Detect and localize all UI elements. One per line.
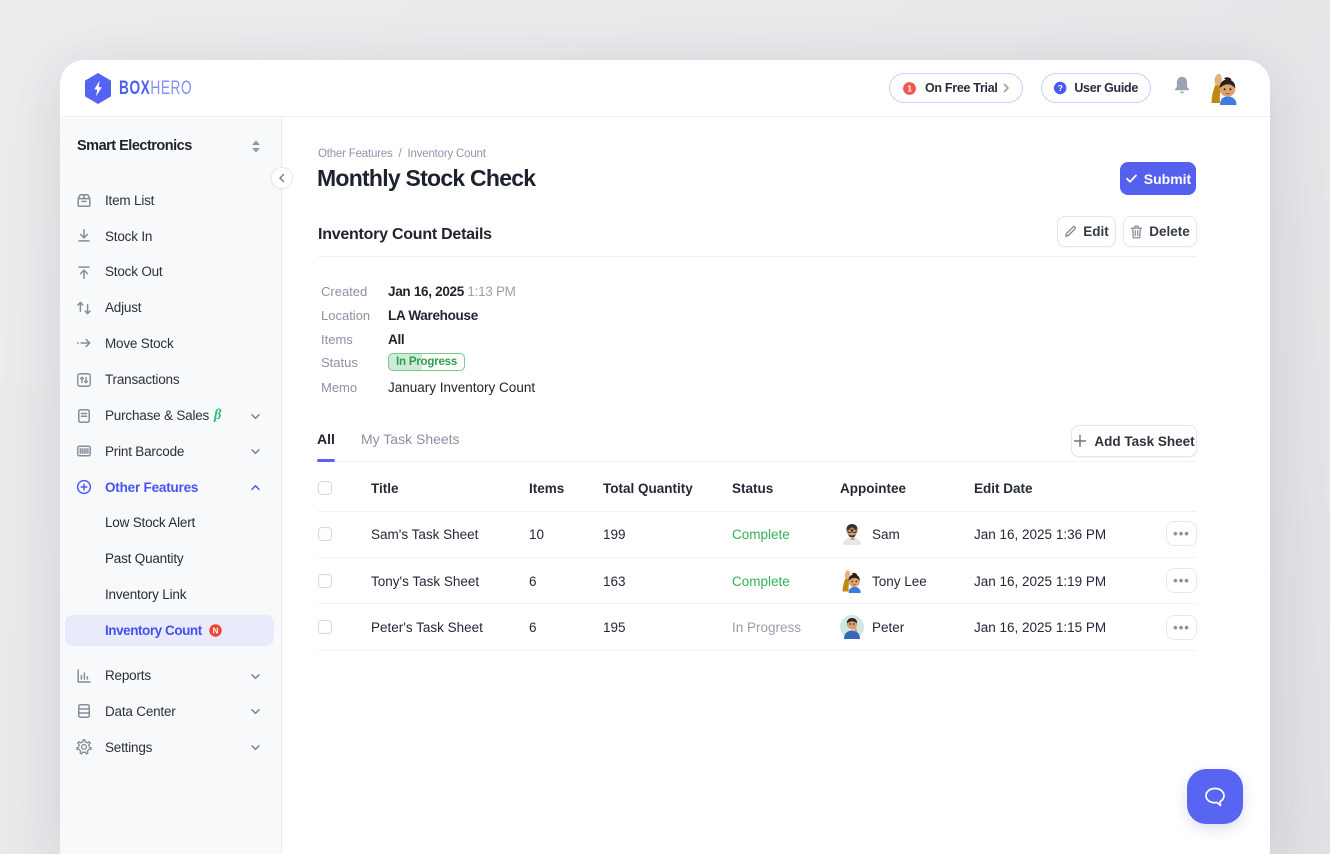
svg-text:1: 1: [907, 83, 912, 93]
svg-text:N: N: [213, 626, 219, 635]
svg-text:?: ?: [1058, 83, 1063, 93]
